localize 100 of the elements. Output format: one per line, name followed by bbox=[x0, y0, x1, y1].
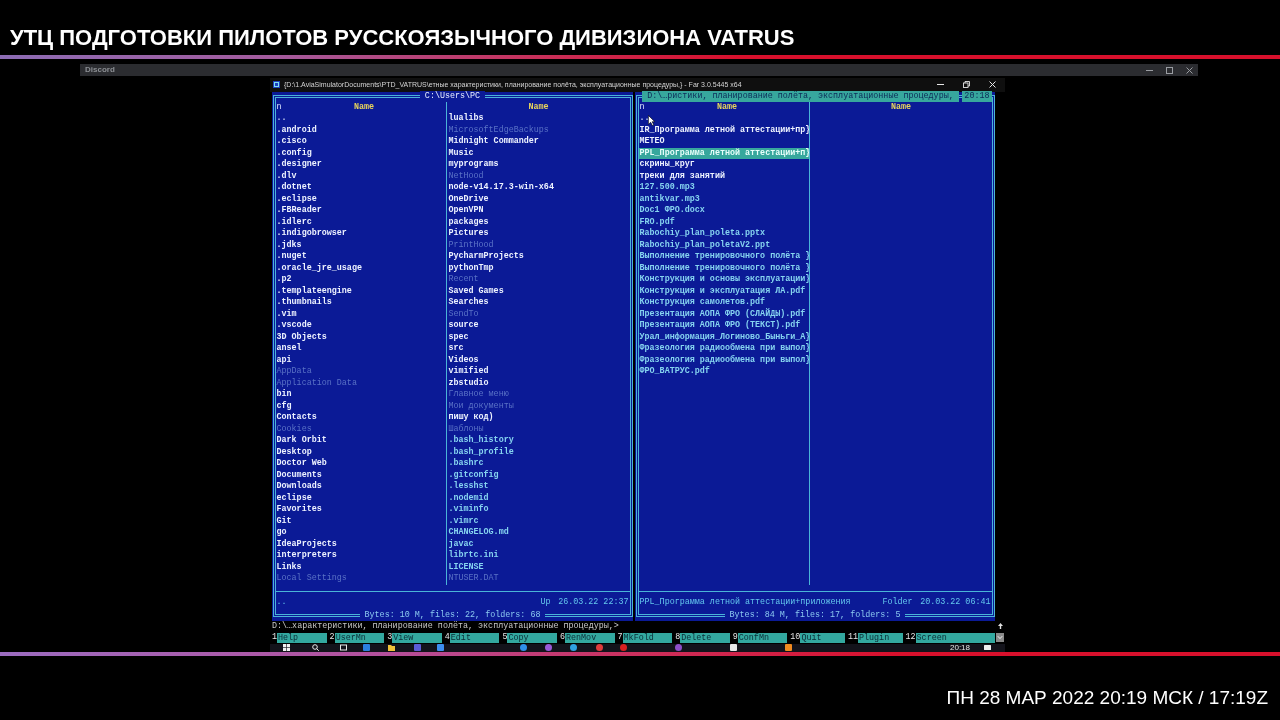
function-key-button[interactable]: Copy bbox=[507, 632, 557, 643]
function-key-button[interactable]: Quit bbox=[800, 632, 845, 643]
folder-item[interactable]: IdeaProjects bbox=[275, 538, 337, 550]
file-item[interactable]: .nodemid bbox=[447, 492, 489, 504]
file-item[interactable]: CHANGELOG.md bbox=[447, 527, 509, 539]
folder-item[interactable]: Saved Games bbox=[447, 285, 504, 297]
folder-item[interactable]: api bbox=[275, 354, 292, 366]
file-item[interactable]: Конструкция самолетов.pdf bbox=[638, 297, 766, 309]
folder-item[interactable]: .eclipse bbox=[275, 193, 317, 205]
file-item[interactable]: Doc1 ФРО.docx bbox=[638, 205, 705, 217]
folder-item[interactable]: Dark Orbit bbox=[275, 435, 327, 447]
file-item[interactable]: Презентация АОПА ФРО (СЛАЙДЫ).pdf bbox=[638, 308, 806, 320]
folder-item[interactable]: cfg bbox=[275, 400, 292, 412]
column-header[interactable]: Name bbox=[716, 101, 737, 113]
function-key-button[interactable]: View bbox=[392, 632, 442, 643]
folder-item[interactable]: .templateengine bbox=[275, 285, 352, 297]
maximize-icon[interactable] bbox=[1166, 66, 1173, 74]
sort-indicator[interactable]: n bbox=[638, 101, 645, 113]
folder-item[interactable]: Links bbox=[275, 561, 302, 573]
file-item[interactable]: .bash_profile bbox=[447, 446, 514, 458]
file-item[interactable]: .viminfo bbox=[447, 504, 489, 516]
file-item[interactable]: Выполнение тренировочного полёта } bbox=[638, 262, 810, 274]
windows-logo-icon[interactable] bbox=[283, 644, 290, 652]
file-item[interactable]: .gitconfig bbox=[447, 469, 499, 481]
folder-item[interactable]: PycharmProjects bbox=[447, 251, 524, 263]
folder-item[interactable]: .config bbox=[275, 147, 312, 159]
restore-icon[interactable] bbox=[963, 81, 970, 89]
folder-item[interactable]: скрины_круг bbox=[638, 159, 695, 171]
folder-item[interactable]: Favorites bbox=[275, 504, 322, 516]
parent-folder-item[interactable]: .. bbox=[275, 113, 287, 125]
folder-item[interactable]: .oracle_jre_usage bbox=[275, 262, 362, 274]
folder-item[interactable]: .cisco bbox=[275, 136, 307, 148]
folder-item[interactable]: lualibs bbox=[447, 113, 484, 125]
column-header[interactable]: Name bbox=[890, 101, 911, 113]
taskbar-app-icon[interactable] bbox=[785, 644, 792, 652]
folder-item[interactable]: Doctor Web bbox=[275, 458, 327, 470]
sort-indicator[interactable]: n bbox=[275, 101, 282, 113]
file-item[interactable]: Фразеология радиообмена при выпол} bbox=[638, 354, 810, 366]
file-item[interactable]: LICENSE bbox=[447, 561, 484, 573]
folder-item[interactable]: .android bbox=[275, 124, 317, 136]
folder-item[interactable]: node-v14.17.3-win-x64 bbox=[447, 182, 554, 194]
folder-item[interactable]: zbstudio bbox=[447, 377, 489, 389]
file-item[interactable]: Фразеология радиообмена при выпол} bbox=[638, 343, 810, 355]
scroll-up-arrow-icon[interactable] bbox=[997, 623, 1003, 630]
folder-item[interactable]: Pictures bbox=[447, 228, 489, 240]
folder-item[interactable]: пишу код) bbox=[447, 412, 494, 424]
folder-item[interactable]: Downloads bbox=[275, 481, 322, 493]
file-item[interactable]: Конструкция и основы эксплуатации} bbox=[638, 274, 810, 286]
folder-item[interactable]: ansel bbox=[275, 343, 302, 355]
folder-item[interactable]: .jdks bbox=[275, 239, 302, 251]
folder-item[interactable]: .thumbnails bbox=[275, 297, 332, 309]
file-item[interactable]: antikvar.mp3 bbox=[638, 193, 700, 205]
folder-item[interactable]: Contacts bbox=[275, 412, 317, 424]
file-item[interactable]: Выполнение тренировочного полёта } bbox=[638, 251, 810, 263]
folder-item[interactable]: interpreters bbox=[275, 550, 337, 562]
column-header[interactable]: Name bbox=[528, 101, 549, 113]
file-item[interactable]: FRO.pdf bbox=[638, 216, 675, 228]
taskbar-app-icon[interactable] bbox=[570, 644, 577, 652]
folder-item[interactable]: .dlv bbox=[275, 170, 297, 182]
function-key-button[interactable]: Edit bbox=[449, 632, 500, 643]
search-icon[interactable] bbox=[312, 644, 319, 652]
folder-item[interactable]: OpenVPN bbox=[447, 205, 484, 217]
file-item[interactable]: .vimrc bbox=[447, 515, 479, 527]
file-item[interactable]: .bashrc bbox=[447, 458, 484, 470]
folder-item[interactable]: .idlerc bbox=[275, 216, 312, 228]
folder-item[interactable]: src bbox=[447, 343, 464, 355]
folder-item[interactable]: Git bbox=[275, 515, 292, 527]
folder-item[interactable]: eclipse bbox=[275, 492, 312, 504]
file-item[interactable]: Презентация АОПА ФРО (ТЕКСТ).pdf bbox=[638, 320, 801, 332]
folder-item[interactable]: pythonTmp bbox=[447, 262, 494, 274]
folder-icon[interactable] bbox=[388, 644, 395, 652]
folder-item[interactable]: OneDrive bbox=[447, 193, 489, 205]
file-item[interactable]: javac bbox=[447, 538, 474, 550]
function-key-button[interactable]: ConfMn bbox=[737, 632, 788, 643]
folder-item[interactable]: vimified bbox=[447, 366, 489, 378]
function-key-button[interactable]: MkFold bbox=[622, 632, 673, 643]
file-item[interactable]: 127.500.mp3 bbox=[638, 182, 695, 194]
folder-item[interactable]: треки для занятий bbox=[638, 170, 725, 182]
folder-item[interactable]: myprograms bbox=[447, 159, 499, 171]
folder-item[interactable]: Videos bbox=[447, 354, 479, 366]
taskbar-app-icon[interactable] bbox=[730, 644, 737, 652]
folder-item[interactable]: IR_Программа летной аттестации+пр} bbox=[638, 124, 810, 136]
folder-item[interactable]: .p2 bbox=[275, 274, 292, 286]
function-key-button[interactable]: RenMov bbox=[565, 632, 615, 643]
command-line[interactable]: D:\…характеристики, планирование полёта, эксплуатационные процедуры,> bbox=[270, 620, 619, 632]
column-header[interactable]: Name bbox=[353, 101, 374, 113]
folder-item[interactable]: .vim bbox=[275, 308, 297, 320]
file-item[interactable]: Урал_информация_Логиново_Быньги_А} bbox=[638, 331, 810, 343]
folder-item[interactable]: Music bbox=[447, 147, 474, 159]
file-item[interactable]: .bash_history bbox=[447, 435, 514, 447]
function-key-button[interactable]: Delete bbox=[680, 632, 730, 643]
file-item[interactable]: Rabochiy_plan_poleta.pptx bbox=[638, 228, 766, 240]
function-key-button[interactable]: Screen bbox=[915, 632, 995, 643]
folder-item[interactable]: .FBReader bbox=[275, 205, 322, 217]
file-item[interactable]: Конструкция и эксплуатация ЛА.pdf bbox=[638, 285, 806, 297]
notification-icon[interactable] bbox=[984, 644, 992, 651]
folder-item[interactable]: Midnight Commander bbox=[447, 136, 539, 148]
folder-item[interactable]: spec bbox=[447, 331, 469, 343]
folder-item[interactable]: METEO bbox=[638, 136, 665, 148]
function-key-button[interactable]: Plugin bbox=[858, 632, 903, 643]
